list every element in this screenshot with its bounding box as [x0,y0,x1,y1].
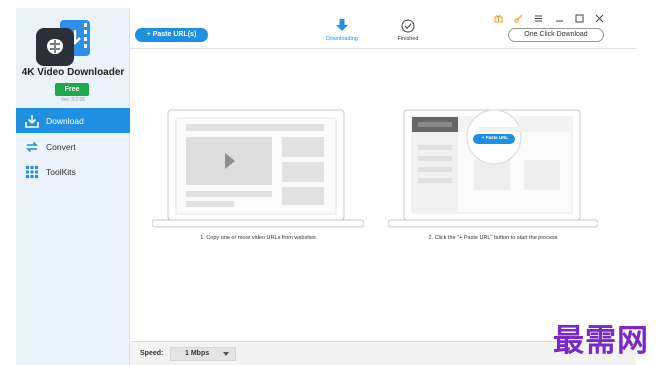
sidebar: 4K Video Downloader Free Ver: 3.2.06 Dow… [16,8,130,365]
key-icon[interactable] [512,12,524,24]
maximize-icon[interactable] [573,12,585,24]
magnified-paste-url-label: + Paste URL [481,135,509,140]
main-panel: + Paste URL(s) Downloading Finished One … [130,8,636,365]
version-label: Ver: 3.2.06 [60,97,86,103]
app-window: 4K Video Downloader Free Ver: 3.2.06 Dow… [16,8,636,365]
sidebar-item-download[interactable]: Download [16,108,130,133]
convert-icon [24,139,40,155]
download-arrow-icon [336,19,348,31]
paste-url-button[interactable]: + Paste URL(s) [135,28,208,42]
tab-label: Finished [397,36,419,42]
top-toolbar: + Paste URL(s) Downloading Finished One … [130,8,636,49]
check-circle-icon [401,19,415,33]
laptop-illustration-app [388,109,598,228]
one-click-download-button[interactable]: One Click Download [508,28,604,42]
minimize-icon[interactable] [553,12,565,24]
tab-label: Downloading [326,36,358,42]
free-badge: Free [55,83,89,96]
app-name: 4K Video Downloader [21,67,125,78]
step2-caption: 2. Click the "+ Paste URL" button to sta… [428,235,558,241]
gift-icon[interactable] [492,12,504,24]
speed-dropdown[interactable]: 1 Mbps [170,347,236,361]
watermark: 最需网 [553,323,649,359]
sidebar-item-label: Convert [46,141,76,152]
download-icon [24,113,40,129]
speed-value: 1 Mbps [185,350,210,357]
sidebar-item-label: Download [46,115,84,126]
chevron-down-icon [223,352,229,356]
speed-label: Speed: [140,350,164,357]
tab-downloading[interactable]: Downloading [319,19,365,42]
menu-icon[interactable] [532,12,544,24]
close-icon[interactable] [593,12,605,24]
grid-icon [24,164,40,180]
step1-caption: 1. Copy one or more video URLs from webs… [200,235,316,241]
app-logo [36,20,110,74]
sidebar-item-toolkits[interactable]: ToolKits [16,159,130,184]
sidebar-item-label: ToolKits [46,166,76,177]
sidebar-item-convert[interactable]: Convert [16,134,130,159]
tab-finished[interactable]: Finished [390,19,426,42]
laptop-illustration-browser [152,109,364,228]
logo-brain-icon [36,28,74,66]
